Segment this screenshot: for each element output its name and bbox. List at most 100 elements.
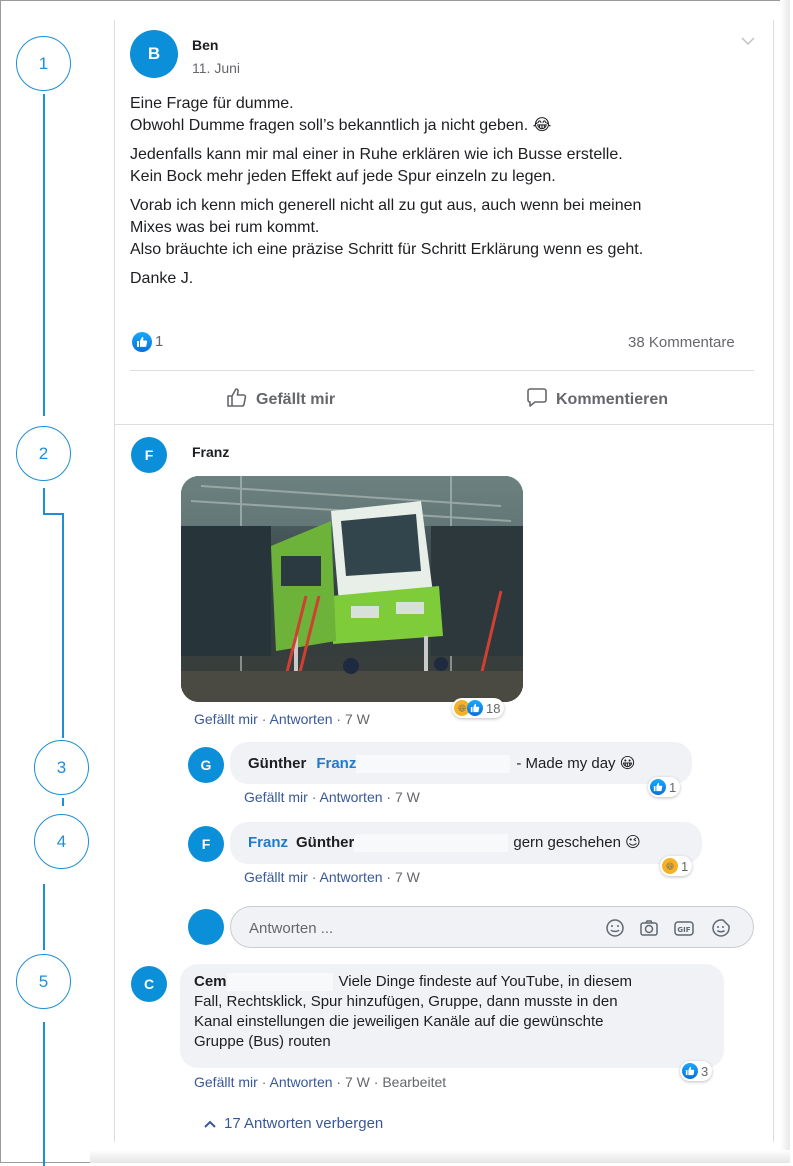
reaction-count: 18 <box>486 700 501 716</box>
comment-like-link[interactable]: Gefällt mir <box>194 1074 258 1090</box>
avatar[interactable]: F <box>131 437 167 473</box>
comment-author[interactable]: Franz <box>192 444 229 460</box>
post-body: Eine Frage für dumme. Obwohl Dumme frage… <box>130 93 760 290</box>
step-marker-3: 3 <box>34 740 89 795</box>
avatar-initial: B <box>147 44 161 63</box>
haha-reaction-icon: 😆 <box>662 858 678 874</box>
avatar[interactable] <box>188 909 224 945</box>
comment-reply-link[interactable]: Antworten <box>269 1074 332 1090</box>
redacted-area <box>356 755 511 773</box>
step-marker-5: 5 <box>16 954 71 1009</box>
post-author[interactable]: Ben <box>192 37 218 53</box>
separator: · <box>336 711 342 727</box>
comment-time[interactable]: 7 W <box>395 869 420 885</box>
comment-author[interactable]: Franz <box>248 833 288 853</box>
post-line: Eine Frage für dumme. <box>130 95 294 112</box>
comment-text: - Made my day 😀 <box>516 755 636 772</box>
emoji-icon[interactable] <box>605 918 625 943</box>
reaction-summary[interactable]: 3 <box>680 1061 713 1081</box>
frame-shadow-bottom <box>90 1150 790 1163</box>
separator: · <box>386 789 392 805</box>
divider <box>115 424 774 425</box>
comment-time[interactable]: 7 W <box>345 1074 370 1090</box>
timeline-line <box>43 94 45 416</box>
separator: · <box>261 1074 267 1090</box>
comment-like-link[interactable]: Gefällt mir <box>244 869 308 885</box>
comment-author[interactable]: Cem <box>194 972 227 992</box>
mention-link[interactable]: Franz <box>316 754 356 774</box>
comment-line: Kanal einstellungen die jeweiligen Kanäl… <box>194 1013 604 1030</box>
camera-icon[interactable] <box>639 918 659 943</box>
timeline-line <box>43 488 45 514</box>
comment-content: Franz Günther gern geschehen 😉 <box>248 833 641 853</box>
post-line: Kein Bock mehr jeden Effekt auf jede Spu… <box>130 168 556 185</box>
chevron-up-icon <box>204 1115 216 1132</box>
avatar[interactable]: B <box>130 30 178 78</box>
like-reaction-icon <box>132 332 152 352</box>
comment-actions: Gefällt mir · Antworten · 7 W <box>244 789 420 805</box>
chevron-down-icon[interactable] <box>741 33 755 51</box>
comment-like-link[interactable]: Gefällt mir <box>194 711 258 727</box>
comment-time[interactable]: 7 W <box>395 789 420 805</box>
comment-reply-link[interactable]: Antworten <box>319 869 382 885</box>
comment-reply-link[interactable]: Antworten <box>319 789 382 805</box>
timeline-line <box>62 798 64 806</box>
step-number: 5 <box>38 971 49 991</box>
post-like-count[interactable]: 1 <box>132 332 163 352</box>
edited-label[interactable]: Bearbeitet <box>382 1074 446 1090</box>
timeline-line <box>62 513 64 738</box>
avatar-initial: G <box>200 757 212 773</box>
comments-count-link[interactable]: 38 Kommentare <box>628 333 735 353</box>
reaction-summary[interactable]: 😆 18 <box>452 698 505 718</box>
reaction-count: 3 <box>701 1063 709 1079</box>
avatar-initial: F <box>201 836 211 852</box>
like-button[interactable]: Gefällt mir <box>226 386 335 413</box>
reaction-summary[interactable]: 😆 1 <box>660 856 693 876</box>
comment-button-label: Kommentieren <box>556 390 669 408</box>
avatar[interactable]: F <box>188 826 224 862</box>
avatar[interactable]: C <box>131 966 167 1002</box>
comment-button[interactable]: Kommentieren <box>526 386 668 413</box>
step-number: 2 <box>38 443 49 463</box>
comment-text: gern geschehen 😉 <box>513 834 641 851</box>
gif-icon[interactable]: GIF <box>673 918 695 943</box>
like-count: 1 <box>155 333 164 350</box>
post-line: Mixes was bei rum kommt. <box>130 219 320 236</box>
reaction-summary[interactable]: 1 <box>648 777 681 797</box>
post-paragraph: Vorab ich kenn mich generell nicht all z… <box>130 195 760 261</box>
comment-time[interactable]: 7 W <box>345 711 370 727</box>
like-reaction-icon <box>650 779 666 795</box>
mention-link[interactable]: Günther <box>296 833 354 853</box>
comment-content: Günther Franz - Made my day 😀 <box>248 754 635 774</box>
redacted-area <box>226 973 333 991</box>
separator: · <box>386 869 392 885</box>
post-paragraph: Eine Frage für dumme. Obwohl Dumme frage… <box>130 93 760 137</box>
like-button-label: Gefällt mir <box>256 390 336 408</box>
post-date[interactable]: 11. Juni <box>192 60 240 76</box>
like-reaction-icon <box>467 700 483 716</box>
comment-reply-link[interactable]: Antworten <box>269 711 332 727</box>
comment-author[interactable]: Günther <box>248 754 306 774</box>
avatar-initial: C <box>143 976 155 992</box>
post-paragraph: Jedenfalls kann mir mal einer in Ruhe er… <box>130 144 760 188</box>
post-paragraph: Danke J. <box>130 268 760 290</box>
step-number: 1 <box>38 53 49 73</box>
avatar-initial: F <box>144 447 154 463</box>
sticker-icon[interactable] <box>711 918 731 943</box>
step-marker-2: 2 <box>16 426 71 481</box>
hide-replies-button[interactable]: 17 Antworten verbergen <box>204 1115 383 1132</box>
reaction-count: 1 <box>669 779 677 795</box>
comment-icon <box>526 386 548 413</box>
step-marker-4: 4 <box>34 814 89 869</box>
timeline-line <box>43 1022 45 1166</box>
avatar[interactable]: G <box>188 747 224 783</box>
post-line: Also bräuchte ich eine präzise Schritt f… <box>130 241 644 258</box>
comment-actions: Gefällt mir · Antworten · 7 W <box>194 711 370 727</box>
reply-input-placeholder: Antworten ... <box>249 920 334 937</box>
post-line: Danke J. <box>130 270 194 287</box>
reply-input[interactable]: Antworten ... GIF <box>230 906 754 948</box>
comment-line: Viele Dinge findeste auf YouTube, in die… <box>338 973 633 990</box>
comment-photo[interactable] <box>181 476 523 702</box>
step-marker-1: 1 <box>16 36 71 91</box>
comment-like-link[interactable]: Gefällt mir <box>244 789 308 805</box>
